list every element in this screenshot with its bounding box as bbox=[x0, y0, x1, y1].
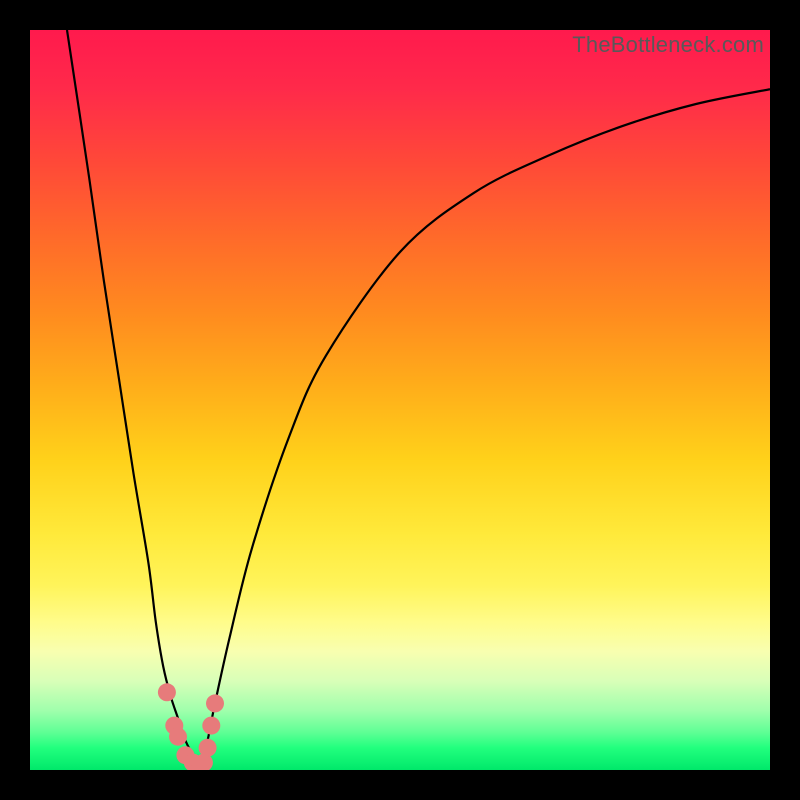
marker-group bbox=[158, 683, 224, 770]
chart-container: TheBottleneck.com bbox=[0, 0, 800, 800]
curves-svg bbox=[30, 30, 770, 770]
marker-dot bbox=[206, 694, 224, 712]
left-curve-path bbox=[67, 30, 200, 770]
right-curve-path bbox=[200, 89, 770, 770]
marker-dot bbox=[158, 683, 176, 701]
plot-area: TheBottleneck.com bbox=[30, 30, 770, 770]
marker-dot bbox=[199, 739, 217, 757]
marker-dot bbox=[169, 728, 187, 746]
marker-dot bbox=[202, 717, 220, 735]
